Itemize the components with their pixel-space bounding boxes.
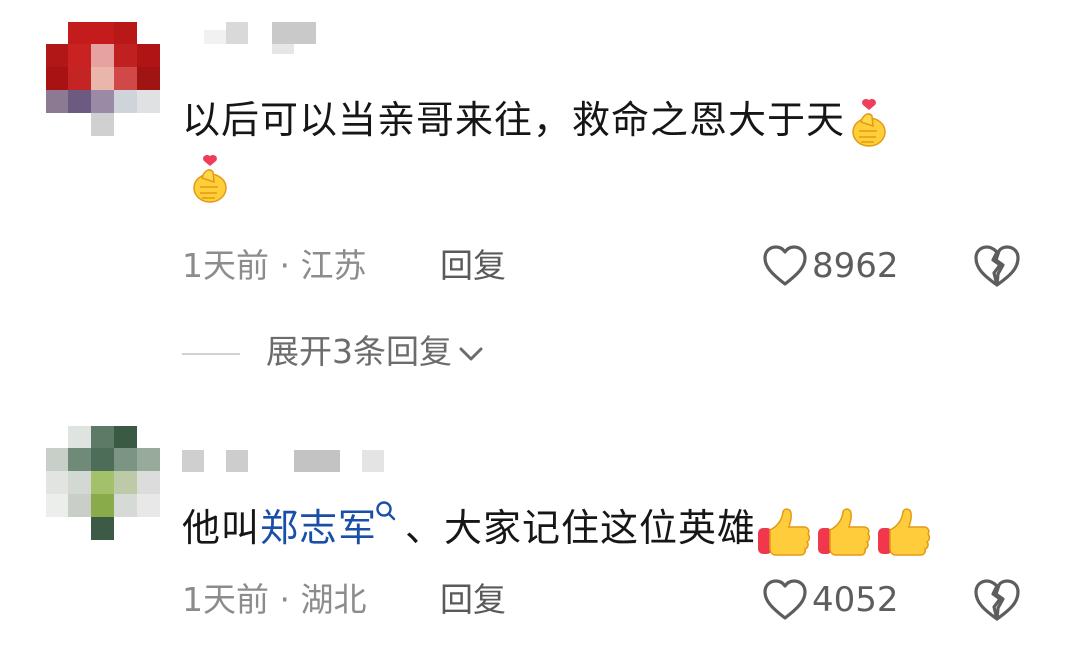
comment-location: 湖北 [300,580,367,619]
comment-meta: 1天前 · 湖北 回复 [182,580,506,620]
divider-line [182,352,240,355]
meta-separator: · [279,580,291,619]
mention-link[interactable]: 郑志军 [260,506,377,550]
expand-label: 展开3条回复 [266,332,452,371]
comment-text: 他叫郑志军 、大家记住这位英雄 [182,500,1012,556]
broken-heart-icon[interactable] [972,577,1022,623]
reply-button[interactable]: 回复 [440,580,506,620]
comment-body-end: 、大家记住这位英雄 [405,506,757,550]
thumbs-up-icon [756,506,812,556]
chevron-down-icon [459,347,483,360]
search-icon[interactable] [375,500,397,524]
thumbs-up-icon [816,506,872,556]
like-button[interactable]: 4052 [762,576,899,620]
meta-separator: · [279,246,291,285]
avatar[interactable] [46,426,160,540]
heart-outline-icon [763,578,807,620]
comment-meta: 1天前 · 江苏 回复 [182,246,506,286]
comment-location: 江苏 [300,246,367,285]
username-blurred[interactable] [182,450,384,472]
thumbs-up-icon [876,506,932,556]
username-blurred[interactable] [182,22,322,54]
heart-outline-icon [763,244,807,286]
comment-time: 1天前 [182,580,269,619]
comment-text: 以后可以当亲哥来往，救命之恩大于天 [182,92,1012,204]
reply-button[interactable]: 回复 [440,246,506,286]
expand-replies-button[interactable]: 展开3条回复 [182,330,486,374]
comment-body: 以后可以当亲哥来往，救命之恩大于天 [182,98,846,142]
like-count: 8962 [812,245,899,286]
like-button[interactable]: 8962 [762,242,899,286]
finger-heart-icon [847,98,891,148]
comment-body-start: 他叫 [182,506,261,550]
comment-time: 1天前 [182,246,269,285]
broken-heart-icon[interactable] [972,243,1022,289]
like-count: 4052 [812,579,899,620]
finger-heart-icon [188,154,232,204]
avatar[interactable] [46,22,160,136]
